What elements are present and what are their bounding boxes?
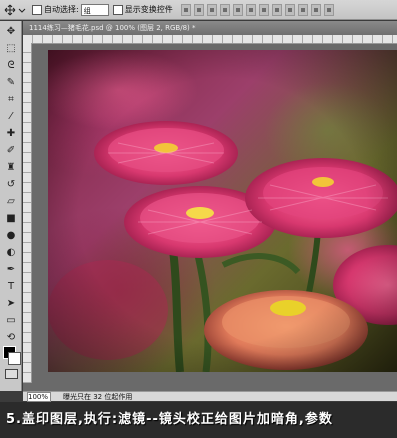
align-hcenter-icon[interactable] bbox=[232, 3, 243, 16]
healing-brush-tool-icon[interactable]: ✚ bbox=[3, 126, 19, 140]
eyedropper-tool-icon[interactable]: ⁄ bbox=[3, 109, 19, 123]
show-transform-checkbox[interactable] bbox=[112, 4, 123, 15]
align-right-icon[interactable] bbox=[245, 3, 256, 16]
distribute-right-icon[interactable] bbox=[323, 3, 334, 16]
brush-tool-icon[interactable]: ✐ bbox=[3, 143, 19, 157]
align-top-icon[interactable] bbox=[180, 3, 191, 16]
flower-photo bbox=[48, 50, 397, 372]
ruler-horizontal[interactable] bbox=[23, 35, 397, 44]
auto-select-dropdown[interactable]: 组 bbox=[80, 3, 109, 16]
blur-tool-icon[interactable]: ● bbox=[3, 228, 19, 242]
auto-select-label: 自动选择: bbox=[44, 5, 79, 14]
eraser-tool-icon[interactable]: ▱ bbox=[3, 194, 19, 208]
quick-select-tool-icon[interactable]: ✎ bbox=[3, 75, 19, 89]
document-tab[interactable]: 1114练习—猪毛花.psd @ 100% (图层 2, RGB/8) * bbox=[23, 21, 397, 35]
show-transform-group: 显示变换控件 bbox=[112, 4, 173, 15]
ruler-vertical[interactable] bbox=[23, 43, 32, 383]
align-bottom-icon[interactable] bbox=[206, 3, 217, 16]
status-text: 曝光只在 32 位起作用 bbox=[63, 393, 133, 401]
show-transform-label: 显示变换控件 bbox=[124, 5, 173, 14]
distribute-top-icon[interactable] bbox=[258, 3, 269, 16]
align-left-icon[interactable] bbox=[219, 3, 230, 16]
type-tool-icon[interactable]: T bbox=[3, 279, 19, 293]
shape-tool-icon[interactable]: ▭ bbox=[3, 313, 19, 327]
align-vcenter-icon[interactable] bbox=[193, 3, 204, 16]
distribute-vcenter-icon[interactable] bbox=[271, 3, 282, 16]
gradient-tool-icon[interactable]: ■ bbox=[3, 211, 19, 225]
3d-rotate-tool-icon[interactable]: ⟲ bbox=[3, 330, 19, 344]
crop-tool-icon[interactable]: ⌗ bbox=[3, 92, 19, 106]
align-buttons bbox=[180, 3, 334, 16]
clone-stamp-tool-icon[interactable]: ♜ bbox=[3, 160, 19, 174]
auto-select-group: 自动选择: 组 bbox=[32, 3, 109, 16]
document-window: 1114练习—猪毛花.psd @ 100% (图层 2, RGB/8) * bbox=[23, 21, 397, 401]
distribute-hcenter-icon[interactable] bbox=[310, 3, 321, 16]
quick-mask-icon[interactable] bbox=[5, 369, 18, 379]
background-color-swatch[interactable] bbox=[8, 352, 21, 365]
auto-select-checkbox[interactable] bbox=[32, 4, 42, 15]
marquee-tool-icon[interactable]: ⬚ bbox=[3, 41, 19, 55]
zoom-field[interactable]: 100% bbox=[27, 392, 51, 402]
dodge-tool-icon[interactable]: ◐ bbox=[3, 245, 19, 259]
options-bar: 自动选择: 组 显示变换控件 bbox=[0, 0, 397, 20]
distribute-left-icon[interactable] bbox=[297, 3, 308, 16]
move-tool-icon[interactable]: ✥ bbox=[3, 24, 19, 38]
lasso-tool-icon[interactable]: ᘓ bbox=[3, 58, 19, 72]
status-bar: 100% 曝光只在 32 位起作用 bbox=[23, 391, 397, 402]
pen-tool-icon[interactable]: ✒ bbox=[3, 262, 19, 276]
move-tool-preset-icon[interactable] bbox=[4, 3, 28, 17]
image-canvas[interactable] bbox=[48, 50, 397, 372]
history-brush-tool-icon[interactable]: ↺ bbox=[3, 177, 19, 191]
distribute-bottom-icon[interactable] bbox=[284, 3, 295, 16]
tutorial-caption: 5.盖印图层,执行:滤镜--镜头校正给图片加暗角,参数 bbox=[0, 402, 397, 438]
path-select-tool-icon[interactable]: ➤ bbox=[3, 296, 19, 310]
tools-panel: ✥ ⬚ ᘓ ✎ ⌗ ⁄ ✚ ✐ ♜ ↺ ▱ ■ ● ◐ ✒ T ➤ ▭ ⟲ ✋ … bbox=[0, 21, 22, 391]
